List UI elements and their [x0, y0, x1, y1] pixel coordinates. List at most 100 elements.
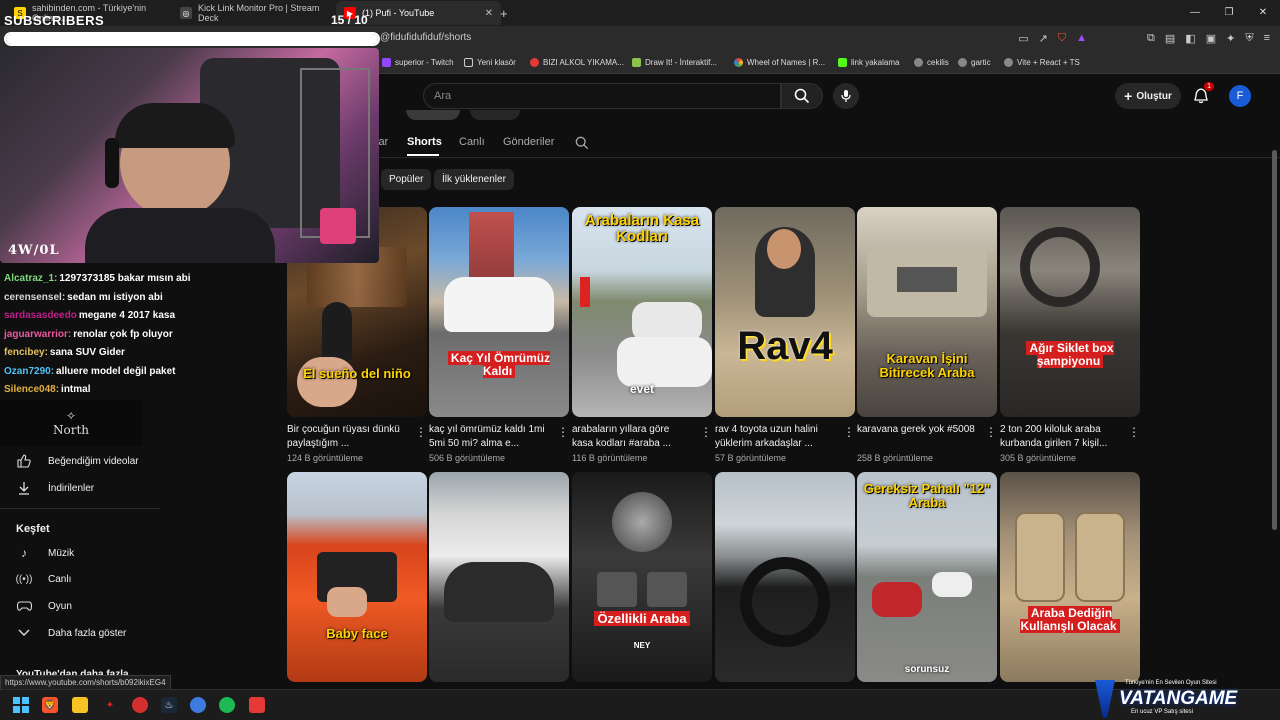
rewards-icon[interactable]: ▲ — [1076, 32, 1087, 45]
sidebar-item-gaming[interactable]: Oyun — [16, 599, 72, 613]
leo-icon[interactable]: ✦ — [1226, 32, 1235, 45]
car-seat — [1015, 512, 1065, 602]
search-input[interactable]: Ara — [423, 83, 781, 109]
subscribe-pill[interactable] — [406, 110, 460, 120]
app-icon[interactable] — [132, 697, 148, 713]
red-car — [872, 582, 922, 617]
more-vert-icon[interactable]: ⋮ — [985, 425, 997, 439]
short-thumbnail[interactable]: Kaç Yıl Ömrümüz Kaldı — [429, 207, 569, 417]
twitch-icon — [382, 58, 391, 67]
channel-search-icon[interactable] — [575, 136, 589, 150]
steam-icon[interactable]: ♨ — [161, 697, 177, 713]
short-title[interactable]: Bir çocuğun rüyası dünkü paylaştığım ... — [287, 423, 405, 451]
more-vert-icon[interactable]: ⋮ — [415, 425, 427, 439]
short-title[interactable]: rav 4 toyota uzun halini yüklerim arkada… — [715, 423, 833, 451]
bookmark-item[interactable]: Vite + React + TS — [1004, 58, 1080, 67]
globe-icon — [958, 58, 967, 67]
avatar[interactable]: F — [1229, 85, 1251, 107]
voicemeeter-icon[interactable] — [249, 697, 265, 713]
close-window-icon[interactable]: ✕ — [1246, 0, 1280, 26]
short-title[interactable]: arabaların yıllara göre kasa kodları #ar… — [572, 423, 690, 451]
bookmark-item[interactable]: BIZI ALKOL YIKAMA... — [530, 58, 624, 67]
brave-shield-icon[interactable]: ⛉ — [1058, 32, 1066, 45]
sidebar-show-more[interactable]: Daha fazla göster — [16, 626, 126, 640]
chip-popular[interactable]: Popüler — [381, 169, 432, 190]
short-card[interactable]: Kaç Yıl Ömrümüz Kaldı kaç yıl ömrümüz ka… — [429, 207, 569, 463]
short-thumbnail[interactable] — [429, 472, 569, 682]
spotify-icon[interactable] — [219, 697, 235, 713]
short-thumbnail[interactable]: Baby face — [287, 472, 427, 682]
search-button[interactable] — [781, 83, 823, 109]
browser-tab-kick[interactable]: ◎ Kick Link Monitor Pro | Stream Deck — [172, 1, 337, 25]
sidebar-item-downloads[interactable]: İndirilenler — [16, 481, 94, 495]
close-tab-icon[interactable]: ✕ — [485, 8, 493, 19]
maximize-icon[interactable]: ❐ — [1212, 0, 1246, 26]
short-thumbnail[interactable]: Araba Dediğin Kullanışlı Olacak — [1000, 472, 1140, 682]
bookmark-folder[interactable]: Yeni klasör — [464, 58, 516, 67]
short-card[interactable]: Arabaların Kasa Kodları evet arabaların … — [572, 207, 712, 463]
more-vert-icon[interactable]: ⋮ — [1128, 425, 1140, 439]
thumbnail-caption: Ağır Siklet box şampiyonu — [1000, 341, 1140, 368]
wallet-icon[interactable]: ▣ — [1206, 32, 1216, 45]
short-card[interactable]: Özellikli Araba NEY — [572, 472, 712, 682]
bookmark-item[interactable]: link yakalama — [838, 58, 899, 67]
short-card[interactable]: Araba Dediğin Kullanışlı Olacak — [1000, 472, 1140, 682]
create-button[interactable]: + Oluştur — [1115, 83, 1181, 109]
short-title[interactable]: karavana gerek yok #5008 — [857, 423, 975, 451]
file-explorer-icon[interactable] — [72, 697, 88, 713]
short-card[interactable]: Gereksiz Pahalı "12" Araba sorunsuz — [857, 472, 997, 682]
short-title[interactable]: kaç yıl ömrümüz kaldı 1mi 5mi 50 mi? alm… — [429, 423, 547, 451]
tab-shorts[interactable]: Shorts — [407, 136, 442, 148]
url-text[interactable]: @fidufidufiduf/shorts — [380, 32, 471, 43]
sidebar-icon[interactable]: ◧ — [1185, 32, 1195, 45]
more-vert-icon[interactable]: ⋮ — [843, 425, 855, 439]
short-card[interactable]: Baby face — [287, 472, 427, 682]
short-thumbnail[interactable]: Ağır Siklet box şampiyonu — [1000, 207, 1140, 417]
short-card[interactable] — [715, 472, 855, 682]
bookmark-item[interactable]: superior - Twitch — [382, 58, 454, 67]
north-logo: ✧ North — [0, 400, 142, 446]
bookmark-item[interactable]: Wheel of Names | R... — [734, 58, 825, 67]
short-thumbnail[interactable]: Gereksiz Pahalı "12" Araba sorunsuz — [857, 472, 997, 682]
short-thumbnail[interactable]: Rav4 — [715, 207, 855, 417]
steering-wheel — [1020, 227, 1100, 307]
short-card[interactable] — [429, 472, 569, 682]
join-pill[interactable] — [470, 110, 520, 120]
short-thumbnail[interactable] — [715, 472, 855, 682]
new-tab-icon[interactable]: + — [500, 6, 508, 21]
brave-icon[interactable]: 🦁 — [42, 697, 58, 713]
more-vert-icon[interactable]: ⋮ — [700, 425, 712, 439]
tab-posts[interactable]: Gönderiler — [503, 136, 554, 148]
voice-search-button[interactable] — [833, 83, 859, 109]
share-icon[interactable]: ↗ — [1039, 32, 1048, 45]
menu-icon[interactable]: ≡ — [1264, 32, 1270, 45]
extensions-icon[interactable]: ⧉ — [1147, 32, 1155, 45]
short-card[interactable]: Karavan İşini Bitirecek Araba karavana g… — [857, 207, 997, 463]
tabs-icon[interactable]: ▤ — [1165, 32, 1175, 45]
cast-icon[interactable]: ▭ — [1018, 32, 1028, 45]
short-thumbnail[interactable]: Özellikli Araba NEY — [572, 472, 712, 682]
short-title[interactable]: 2 ton 200 kiloluk araba kurbanda girilen… — [1000, 423, 1118, 451]
tab-live[interactable]: Canlı — [459, 136, 485, 148]
bookmark-item[interactable]: cekilis — [914, 58, 949, 67]
chip-oldest[interactable]: İlk yüklenenler — [434, 169, 514, 190]
sidebar-item-music[interactable]: ♪ Müzik — [16, 546, 74, 560]
sidebar-item-liked[interactable]: Beğendiğim videolar — [16, 454, 139, 468]
more-vert-icon[interactable]: ⋮ — [557, 425, 569, 439]
discord-icon[interactable] — [190, 697, 206, 713]
short-thumbnail[interactable]: Karavan İşini Bitirecek Araba — [857, 207, 997, 417]
thumbnail-caption: Araba Dediğin Kullanışlı Olacak — [1000, 606, 1140, 633]
sidebar-item-live[interactable]: ((•)) Canlı — [16, 572, 72, 586]
vpn-icon[interactable]: ⛨ — [1245, 32, 1253, 45]
bookmark-item[interactable]: gartic — [958, 58, 991, 67]
scrollbar-thumb[interactable] — [1272, 150, 1277, 530]
short-thumbnail[interactable]: Arabaların Kasa Kodları evet — [572, 207, 712, 417]
notifications-button[interactable]: 1 — [1190, 82, 1214, 107]
windows-start-icon[interactable] — [13, 697, 29, 713]
minimize-icon[interactable]: — — [1178, 0, 1212, 26]
bookmark-item[interactable]: Draw It! - İnteraktif... — [632, 58, 717, 67]
riot-icon[interactable]: ✦ — [102, 697, 118, 713]
short-card[interactable]: Rav4 rav 4 toyota uzun halini yüklerim a… — [715, 207, 855, 463]
short-card[interactable]: Ağır Siklet box şampiyonu 2 ton 200 kilo… — [1000, 207, 1140, 463]
short-views: 305 B görüntüleme — [1000, 453, 1077, 463]
